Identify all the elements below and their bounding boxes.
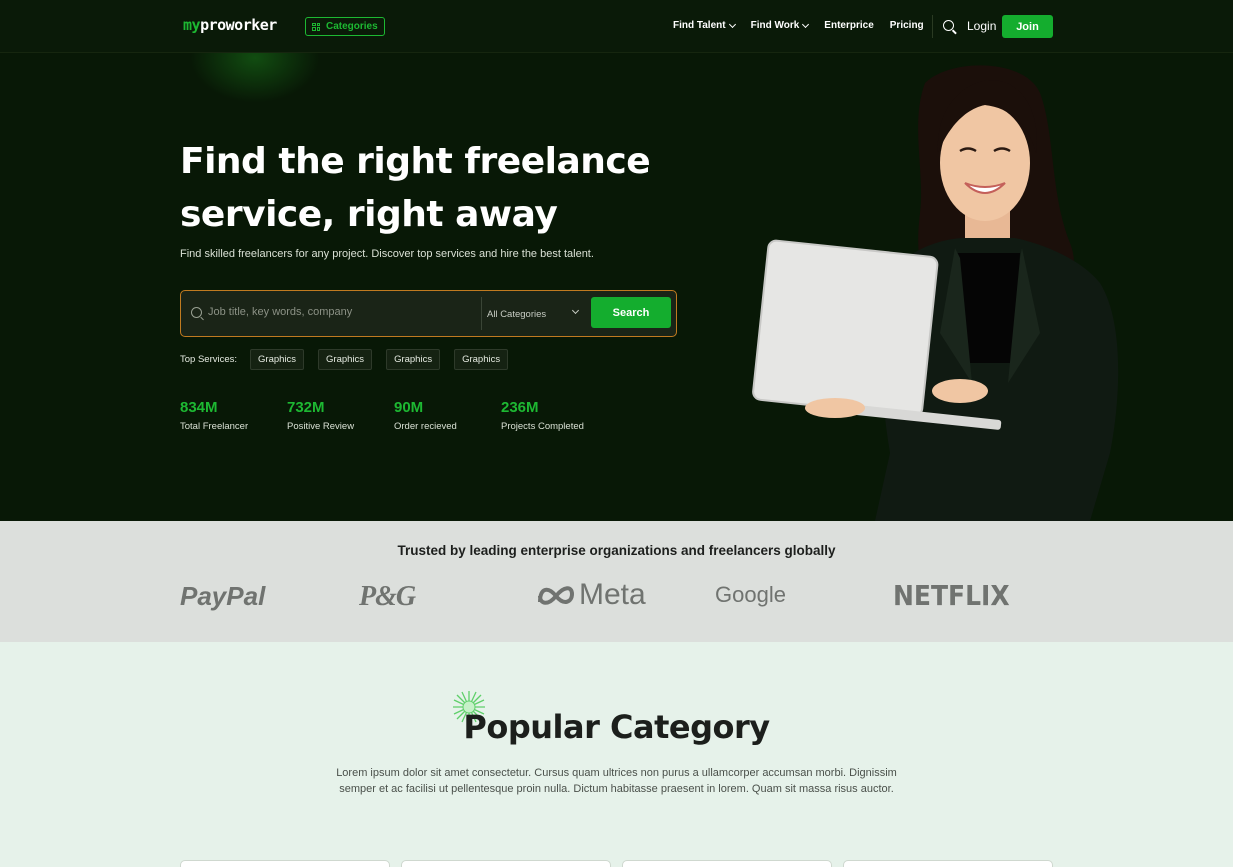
nav-find-talent[interactable]: Find Talent [673,20,736,31]
meta-logo: Meta [536,578,646,612]
search-divider [481,297,482,330]
chevron-down-icon [802,20,810,28]
hero-person-image [752,65,1119,521]
meta-logo-text: Meta [579,578,646,611]
nav-pricing[interactable]: Pricing [890,20,924,31]
stat-label: Projects Completed [501,421,584,432]
nav-pricing-label: Pricing [889,20,924,31]
search-icon [191,307,202,318]
service-tag[interactable]: Graphics [318,349,373,370]
stat-item: 834M Total Freelancer [180,399,287,432]
category-card[interactable] [401,860,611,867]
stat-value: 732M [287,399,325,416]
category-card[interactable] [180,860,390,867]
hero-subtitle: Find skilled freelancers for any project… [180,248,594,260]
service-tag[interactable]: Graphics [386,349,441,370]
trusted-section: Trusted by leading enterprise organizati… [0,521,1233,642]
logo-prefix: my [183,16,201,34]
hero-search-bar: All Categories Search [180,290,677,337]
search-icon[interactable] [943,20,954,31]
service-tag[interactable]: Graphics [250,349,305,370]
pg-logo: P&G [359,581,416,612]
stat-label: Total Freelancer [180,421,249,432]
stat-value: 236M [501,399,539,416]
search-input[interactable] [208,306,468,318]
hero-glow [190,53,320,103]
category-card[interactable] [622,860,832,867]
stat-label: Positive Review [287,421,355,432]
netflix-logo: NETFLIX [893,579,1010,612]
nav-enterprice[interactable]: Enterprice [824,20,873,31]
join-button[interactable]: Join [1002,15,1053,38]
stat-item: 90M Order recieved [394,399,501,432]
trusted-title: Trusted by leading enterprise organizati… [397,543,836,558]
meta-infinity-icon [538,586,575,605]
nav-find-work-label: Find Work [750,20,800,31]
paypal-logo: PayPal [180,581,266,611]
top-navbar: myproworker Categories Find Talent Find … [0,0,1233,53]
site-logo[interactable]: myproworker [183,16,277,34]
stat-item: 732M Positive Review [287,399,394,432]
popular-category-description: Lorem ipsum dolor sit amet consectetur. … [336,767,897,795]
search-button[interactable]: Search [591,297,671,328]
login-link[interactable]: Login [967,19,996,33]
nav-links: Find Talent Find Work Enterprice Pricing [673,20,940,31]
hero-section: Find the right freelance service, right … [0,53,1233,521]
top-services-label: Top Services: [180,354,238,365]
chevron-down-icon [728,20,736,28]
nav-find-talent-label: Find Talent [673,20,726,31]
stat-label: Order recieved [394,421,457,432]
nav-divider [932,15,933,38]
grid-icon [312,22,320,31]
nav-enterprice-label: Enterprice [824,20,874,31]
nav-find-work[interactable]: Find Work [750,20,810,31]
popular-category-title: Popular Category [463,708,770,746]
hero-stats: 834M Total Freelancer 732M Positive Revi… [180,399,608,432]
top-services: Top Services: Graphics Graphics Graphics… [180,349,509,370]
google-logo: Google [715,582,786,607]
categories-button[interactable]: Categories [305,17,385,36]
service-tag[interactable]: Graphics [454,349,509,370]
categories-label: Categories [326,21,378,32]
logo-text: proworker [200,16,277,34]
stat-item: 236M Projects Completed [501,399,608,432]
stat-value: 90M [394,399,424,416]
hero-title: Find the right freelance service, right … [180,141,651,235]
stat-value: 834M [180,399,218,416]
category-select[interactable]: All Categories [487,309,583,320]
category-card[interactable] [843,860,1053,867]
